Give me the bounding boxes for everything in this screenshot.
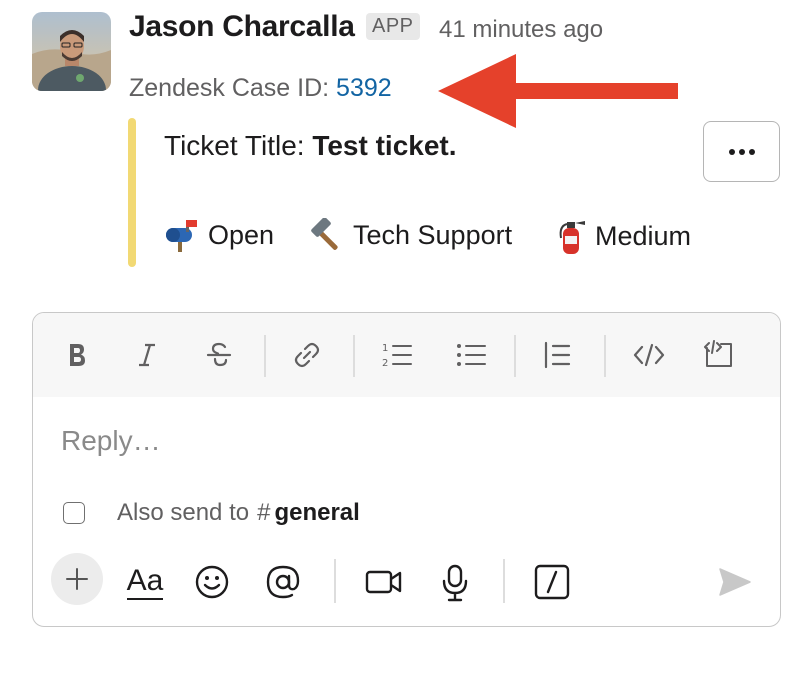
channel-hash: #	[257, 499, 271, 526]
message-timestamp[interactable]: 41 minutes ago	[439, 16, 603, 44]
microphone-icon[interactable]	[437, 563, 473, 603]
field-group-label: Tech Support	[353, 219, 513, 250]
ticket-title: Ticket Title: Test ticket.	[164, 130, 457, 162]
ticket-title-value: Test ticket.	[312, 130, 457, 161]
toolbar-divider	[264, 335, 266, 377]
svg-text:2: 2	[382, 358, 388, 369]
composer-divider	[334, 559, 336, 603]
field-status-label: Open	[208, 219, 275, 250]
code-block-icon[interactable]	[703, 339, 735, 371]
blockquote-icon[interactable]	[541, 339, 573, 371]
hammer-icon	[311, 218, 338, 250]
field-status: Open	[164, 218, 274, 252]
field-group: Tech Support	[309, 218, 512, 252]
ticket-title-label: Ticket Title:	[164, 130, 305, 161]
avatar[interactable]	[32, 12, 111, 91]
ordered-list-icon[interactable]: 12	[381, 339, 413, 371]
more-horizontal-icon	[728, 148, 755, 155]
italic-icon[interactable]	[131, 339, 163, 371]
bold-icon[interactable]	[61, 339, 93, 371]
annotation-arrow-icon	[438, 54, 678, 128]
field-priority-label: Medium	[595, 220, 692, 251]
case-id-label: Zendesk Case ID:	[129, 74, 330, 102]
emoji-icon[interactable]	[193, 563, 231, 601]
svg-text:1: 1	[382, 343, 388, 354]
fire-extinguisher-icon	[559, 221, 585, 254]
toolbar-divider	[604, 335, 606, 377]
case-id-line: Zendesk Case ID: 5392	[129, 74, 392, 103]
plus-button[interactable]	[51, 553, 103, 605]
reply-input[interactable]: Reply…	[61, 425, 161, 457]
composer-divider	[503, 559, 505, 603]
format-label: Aa	[126, 564, 164, 600]
channel-name: general	[274, 499, 360, 526]
reply-composer: 12 Reply… Also send to # general Aa	[32, 312, 781, 627]
toolbar-divider	[514, 335, 516, 377]
slash-command-icon[interactable]	[533, 563, 571, 601]
case-id-link[interactable]: 5392	[336, 74, 392, 102]
author-name[interactable]: Jason Charcalla	[129, 10, 355, 44]
send-icon[interactable]	[717, 565, 753, 599]
also-send-label: Also send to	[117, 499, 250, 526]
format-icon[interactable]: Aa	[121, 559, 169, 605]
video-icon[interactable]	[364, 563, 404, 601]
plus-icon	[66, 568, 88, 590]
bulleted-list-icon[interactable]	[455, 339, 487, 371]
also-send-option: Also send to # general	[63, 499, 360, 527]
also-send-checkbox[interactable]	[63, 502, 85, 524]
link-icon[interactable]	[291, 339, 323, 371]
code-icon[interactable]	[633, 339, 665, 371]
more-actions-button[interactable]	[703, 121, 780, 182]
strikethrough-icon[interactable]	[203, 339, 235, 371]
app-badge: APP	[366, 13, 420, 40]
attachment-accent-bar	[128, 118, 136, 267]
toolbar-divider	[353, 335, 355, 377]
mention-icon[interactable]	[264, 563, 302, 601]
mailbox-icon	[166, 220, 197, 252]
formatting-toolbar: 12	[33, 313, 780, 397]
field-priority: Medium	[555, 218, 691, 254]
